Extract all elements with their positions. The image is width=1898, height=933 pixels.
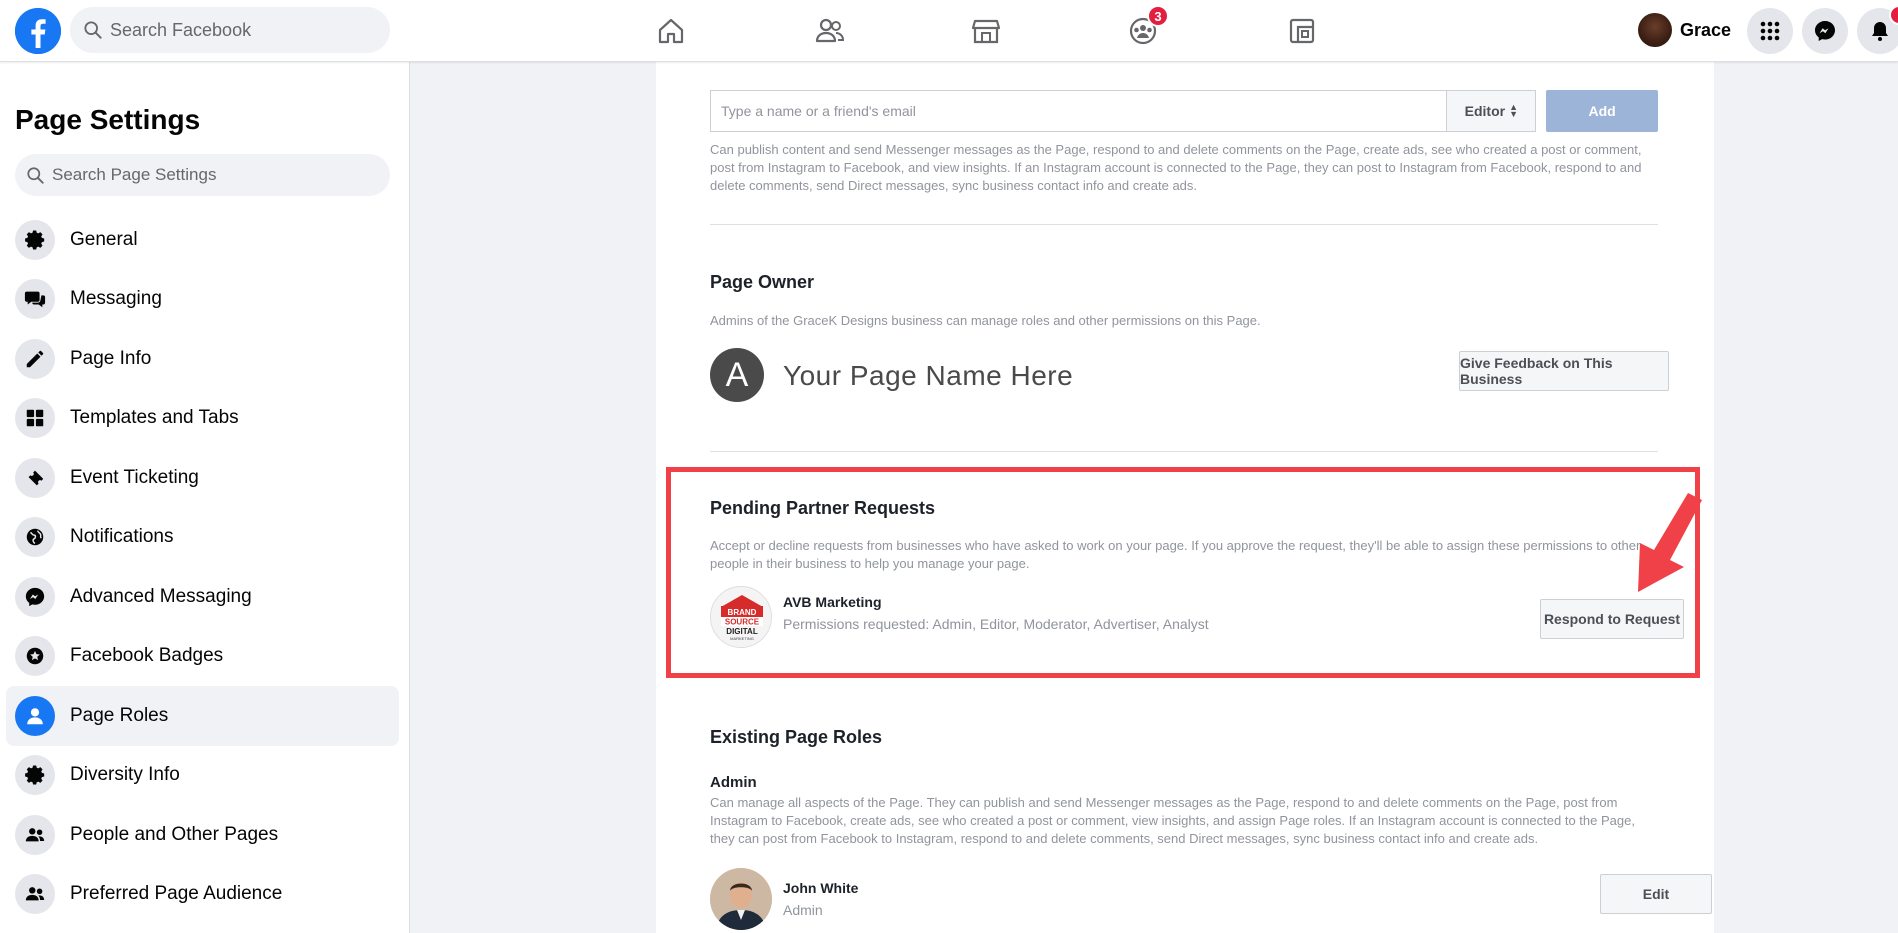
grid-icon — [15, 398, 55, 439]
avatar — [1638, 13, 1672, 47]
sidebar-item-notifications[interactable]: Notifications — [6, 508, 399, 568]
person-icon — [15, 695, 55, 736]
facebook-search-input[interactable] — [110, 19, 360, 41]
nav-friends[interactable] — [800, 10, 860, 52]
sidebar-item-messaging[interactable]: Messaging — [6, 270, 399, 330]
facebook-logo-icon[interactable] — [15, 8, 61, 54]
gear-icon — [15, 219, 55, 260]
profile-chip[interactable]: Grace — [1638, 10, 1731, 50]
section-divider — [710, 224, 1658, 225]
page-title: Page Settings — [15, 104, 201, 135]
sort-arrows-icon: ▲ ▼ — [1509, 102, 1519, 119]
settings-sidebar: Page Settings General Messaging Page Inf… — [0, 62, 410, 933]
admin-role-label: Admin — [710, 774, 757, 791]
assign-role-row: Editor ▲▼ Add — [710, 90, 1658, 132]
sidebar-item-label: Notifications — [70, 526, 174, 548]
pencil-icon — [15, 338, 55, 379]
page-owner-description: Admins of the GraceK Designs business ca… — [710, 313, 1261, 328]
settings-search-box[interactable] — [15, 154, 390, 196]
role-holder-name: John White — [783, 880, 859, 896]
sidebar-item-diversity-info[interactable]: Diversity Info — [6, 746, 399, 806]
assign-role-name-input[interactable] — [710, 90, 1447, 132]
sidebar-item-label: General — [70, 228, 138, 250]
sidebar-item-label: Advanced Messaging — [70, 585, 252, 607]
sidebar-item-label: Templates and Tabs — [70, 407, 239, 429]
menu-button[interactable] — [1747, 8, 1793, 54]
people-icon — [15, 874, 55, 915]
gear-icon — [15, 755, 55, 796]
sidebar-item-label: Diversity Info — [70, 764, 180, 786]
admin-role-description: Can manage all aspects of the Page. They… — [710, 795, 1635, 846]
role-dropdown[interactable]: Editor ▲ ▼ — [1446, 90, 1537, 132]
sidebar-item-facebook-badges[interactable]: Facebook Badges — [6, 627, 399, 687]
role-holder-row: John White Admin Edit — [710, 868, 1712, 932]
sidebar-item-advanced-messaging[interactable]: Advanced Messaging — [6, 567, 399, 627]
sidebar-item-label: Event Ticketing — [70, 466, 199, 488]
page-name: Your Page Name Here — [783, 360, 1074, 391]
sidebar-item-label: Preferred Page Audience — [70, 883, 283, 905]
edit-role-button[interactable]: Edit — [1600, 874, 1712, 914]
gaming-icon — [1289, 18, 1315, 44]
page-avatar: A — [710, 348, 764, 402]
messenger-icon — [1815, 21, 1835, 41]
sidebar-item-page-roles[interactable]: Page Roles — [6, 686, 399, 746]
facebook-search-box[interactable] — [70, 7, 390, 53]
marketplace-icon — [971, 19, 1001, 44]
nav-gaming[interactable] — [1272, 10, 1332, 52]
highlight-box — [666, 467, 1700, 678]
people-icon — [15, 814, 55, 855]
red-arrow-icon — [1638, 493, 1702, 592]
sidebar-item-preferred-page-audience[interactable]: Preferred Page Audience — [6, 865, 399, 925]
ticket-icon — [15, 457, 55, 498]
search-icon — [27, 166, 44, 184]
friends-icon — [815, 18, 845, 43]
profile-name: Grace — [1680, 19, 1732, 40]
notifications-button[interactable] — [1857, 5, 1898, 54]
groups-notification-badge: 3 — [1147, 5, 1169, 27]
messenger-button[interactable] — [1802, 8, 1848, 54]
add-role-button[interactable]: Add — [1546, 90, 1658, 132]
nav-marketplace[interactable] — [956, 10, 1016, 52]
messenger-icon — [15, 576, 55, 617]
bell-icon — [1872, 22, 1888, 41]
give-feedback-button[interactable]: Give Feedback on This Business — [1459, 351, 1669, 391]
chat-bubbles-icon — [15, 279, 55, 320]
sidebar-item-label: Page Info — [70, 347, 152, 369]
home-icon — [658, 18, 684, 44]
nav-home[interactable] — [641, 10, 701, 52]
nav-groups[interactable]: 3 — [1113, 5, 1173, 52]
sidebar-item-people-other-pages[interactable]: People and Other Pages — [6, 805, 399, 865]
sidebar-item-general[interactable]: General — [6, 210, 399, 270]
page-owner-row: A Your Page Name Here Give Feedback on T… — [710, 348, 1669, 406]
top-navigation-bar: 3 Grace — [0, 0, 1898, 62]
search-icon — [84, 21, 102, 39]
sidebar-item-label: Facebook Badges — [70, 645, 224, 667]
avatar — [710, 868, 772, 930]
settings-menu: General Messaging Page Info Templates an… — [6, 210, 399, 924]
sidebar-item-label: Page Roles — [70, 704, 169, 726]
star-badge-icon — [15, 636, 55, 677]
sidebar-item-templates-tabs[interactable]: Templates and Tabs — [6, 389, 399, 449]
grid-menu-icon — [1760, 21, 1780, 41]
role-holder-role: Admin — [783, 902, 823, 918]
sidebar-item-label: Messaging — [70, 288, 162, 310]
sidebar-item-label: People and Other Pages — [70, 823, 279, 845]
role-description: Can publish content and send Messenger m… — [710, 142, 1642, 193]
globe-icon — [15, 517, 55, 558]
role-dropdown-value: Editor — [1464, 103, 1506, 119]
section-divider — [710, 451, 1658, 452]
sidebar-item-page-info[interactable]: Page Info — [6, 329, 399, 389]
sidebar-item-event-ticketing[interactable]: Event Ticketing — [6, 448, 399, 508]
existing-page-roles-heading: Existing Page Roles — [710, 727, 883, 747]
settings-search-input[interactable] — [52, 165, 372, 185]
page-owner-heading: Page Owner — [710, 272, 815, 292]
